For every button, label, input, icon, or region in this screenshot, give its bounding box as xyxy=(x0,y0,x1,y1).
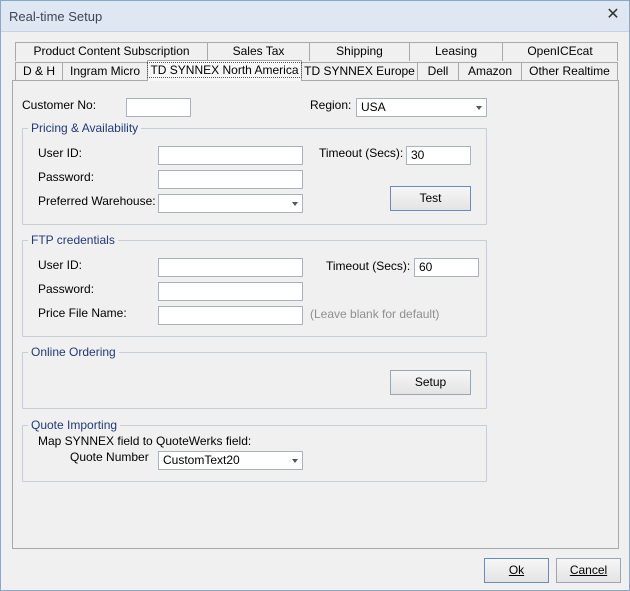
ftp-timeout-input[interactable]: 60 xyxy=(414,258,479,277)
pricing-timeout-label: Timeout (Secs): xyxy=(319,146,404,160)
cancel-button[interactable]: Cancel xyxy=(556,558,621,583)
price-file-name-input[interactable] xyxy=(158,306,303,325)
tab-panel: Customer No: Region: USA Pricing & Avail… xyxy=(12,80,619,549)
region-select[interactable]: USA xyxy=(356,98,487,117)
tab-openicecat[interactable]: OpenICEcat xyxy=(502,42,618,61)
pricing-user-id-label: User ID: xyxy=(38,146,83,160)
tab-shipping[interactable]: Shipping xyxy=(309,42,410,61)
tab-leasing[interactable]: Leasing xyxy=(409,42,503,61)
customer-no-input[interactable] xyxy=(126,98,191,117)
tab-td-synnex-europe[interactable]: TD SYNNEX Europe xyxy=(301,62,418,81)
tab-product-content-subscription[interactable]: Product Content Subscription xyxy=(15,42,208,61)
ftp-user-id-input[interactable] xyxy=(158,258,303,277)
ftp-password-input[interactable] xyxy=(158,282,303,301)
tab-dell[interactable]: Dell xyxy=(417,62,459,81)
tab-ingram-micro[interactable]: Ingram Micro xyxy=(62,62,148,81)
title-bar: Real-time Setup ✕ xyxy=(1,1,629,32)
tab-sales-tax[interactable]: Sales Tax xyxy=(207,42,310,61)
setup-button[interactable]: Setup xyxy=(390,370,471,395)
ftp-timeout-label: Timeout (Secs): xyxy=(326,259,411,273)
ftp-credentials-title: FTP credentials xyxy=(28,233,118,247)
dialog-window: Real-time Setup ✕ Product Content Subscr… xyxy=(0,0,630,591)
ftp-user-id-label: User ID: xyxy=(38,258,83,272)
test-button[interactable]: Test xyxy=(390,186,471,211)
tab-d-and-h[interactable]: D & H xyxy=(15,62,63,81)
ok-button-label: Ok xyxy=(508,563,525,577)
customer-no-label: Customer No: xyxy=(22,98,97,112)
preferred-warehouse-label: Preferred Warehouse: xyxy=(38,194,156,208)
pricing-availability-title: Pricing & Availability xyxy=(28,121,142,135)
tab-td-synnex-north-america[interactable]: TD SYNNEX North America xyxy=(147,60,302,81)
preferred-warehouse-select[interactable] xyxy=(158,194,303,213)
quote-importing-title: Quote Importing xyxy=(28,418,121,432)
ok-button[interactable]: Ok xyxy=(484,558,549,583)
chevron-down-icon xyxy=(476,106,482,110)
tab-amazon[interactable]: Amazon xyxy=(458,62,522,81)
pricing-password-input[interactable] xyxy=(158,170,303,189)
region-label: Region: xyxy=(310,98,352,112)
map-field-label: Map SYNNEX field to QuoteWerks field: xyxy=(38,434,252,448)
pricing-timeout-input[interactable]: 30 xyxy=(406,146,471,165)
chevron-down-icon xyxy=(292,202,298,206)
close-icon[interactable]: ✕ xyxy=(605,6,621,24)
tab-other-realtime[interactable]: Other Realtime xyxy=(521,62,618,81)
price-file-hint: (Leave blank for default) xyxy=(310,307,440,321)
window-title: Real-time Setup xyxy=(9,9,103,24)
pricing-password-label: Password: xyxy=(38,170,95,184)
quote-number-label: Quote Number xyxy=(70,450,149,464)
price-file-name-label: Price File Name: xyxy=(38,306,127,320)
region-value: USA xyxy=(361,100,386,114)
quote-number-value: CustomText20 xyxy=(163,453,240,467)
ftp-password-label: Password: xyxy=(38,282,95,296)
quote-number-select[interactable]: CustomText20 xyxy=(158,451,303,470)
chevron-down-icon xyxy=(292,459,298,463)
pricing-user-id-input[interactable] xyxy=(158,146,303,165)
cancel-button-label: Cancel xyxy=(569,563,608,577)
online-ordering-title: Online Ordering xyxy=(28,345,119,359)
